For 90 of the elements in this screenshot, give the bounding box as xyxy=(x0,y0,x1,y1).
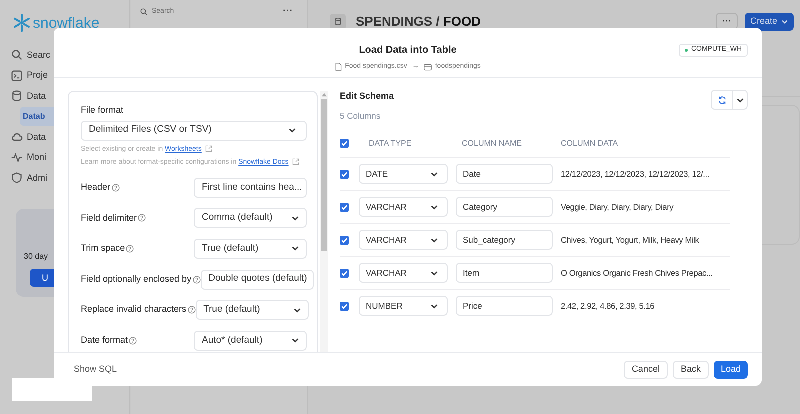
data-type-select[interactable]: VARCHAR xyxy=(359,197,448,218)
column-data: Veggie, Diary, Diary, Diary, Diary xyxy=(561,201,674,214)
data-type-select[interactable]: VARCHAR xyxy=(359,230,448,250)
data-type-select[interactable]: DATE xyxy=(359,164,448,184)
column-count: 5 Columns xyxy=(340,110,382,122)
checkbox[interactable] xyxy=(340,268,349,278)
option-label: Field optionally enclosed by xyxy=(81,272,192,286)
table-icon xyxy=(424,64,432,71)
section-title: Edit Schema xyxy=(340,90,394,103)
column-data: Chives, Yogurt, Yogurt, Milk, Heavy Milk xyxy=(561,234,700,246)
option-label: Field delimiter xyxy=(81,212,138,225)
chevron-down-icon xyxy=(736,96,744,104)
chevron-down-icon xyxy=(430,302,439,311)
dialog-title: Load Data into Table xyxy=(359,44,457,58)
column-name-field[interactable]: Price xyxy=(456,296,553,316)
select-field[interactable]: Comma (default) xyxy=(194,208,307,228)
field-label: File format xyxy=(81,104,125,117)
create-button[interactable]: Create xyxy=(745,13,794,31)
nav-item[interactable]: Proje xyxy=(11,66,48,86)
checkbox[interactable] xyxy=(340,139,349,148)
select-field[interactable]: True (default) xyxy=(194,238,307,259)
logo-wordmark: snowflake xyxy=(33,16,100,30)
cancel-button[interactable]: Cancel xyxy=(624,360,668,378)
column-data: O Organics Organic Fresh Chives Prepac... xyxy=(561,267,713,280)
option-label: Header xyxy=(81,181,111,194)
database-icon xyxy=(330,14,346,30)
back-button[interactable]: Back xyxy=(672,360,709,378)
column-name-field[interactable]: Date xyxy=(456,164,553,184)
column-header: COLUMN NAME xyxy=(461,138,524,150)
column-header: COLUMN DATA xyxy=(561,138,618,150)
option-label: Trim space xyxy=(81,242,126,256)
select-field[interactable]: First line contains hea... xyxy=(194,178,307,198)
pulse-icon xyxy=(11,152,23,164)
checkbox[interactable] xyxy=(340,302,349,311)
column-data: 2.42, 2.92, 4.86, 2.39, 5.16 xyxy=(561,300,655,312)
chevron-down-icon xyxy=(291,336,300,346)
chevron-down-icon xyxy=(430,170,439,179)
help-icon xyxy=(129,336,138,345)
select-field[interactable]: Double quotes (default) xyxy=(200,270,314,290)
chevron-down-icon xyxy=(288,126,297,135)
help-icon xyxy=(192,276,201,284)
nav-item[interactable]: Admi xyxy=(11,168,48,188)
option-label: Date format xyxy=(81,334,128,348)
scroll-up-icon xyxy=(322,93,326,97)
file-format-select[interactable]: Delimited Files (CSV or TSV) xyxy=(81,120,307,140)
nav-item[interactable]: Searc xyxy=(11,46,51,65)
chevron-down-icon xyxy=(430,202,439,212)
scrollbar-thumb[interactable] xyxy=(321,99,327,251)
column-name-field[interactable]: Category xyxy=(456,197,553,218)
chevron-down-icon xyxy=(780,18,788,26)
page-title: SPENDINGS / FOOD xyxy=(356,13,481,31)
column-name-field[interactable]: Item xyxy=(456,263,553,284)
cloud-icon xyxy=(11,131,23,144)
nav-item[interactable]: Moni xyxy=(11,148,47,168)
database-icon xyxy=(11,90,23,102)
chevron-down-icon xyxy=(291,244,300,254)
checkbox[interactable] xyxy=(340,202,349,212)
file-icon xyxy=(335,63,342,72)
data-type-select[interactable]: NUMBER xyxy=(359,296,448,316)
option-label: Replace invalid characters xyxy=(81,303,187,316)
trial-text: 30 day xyxy=(24,251,50,263)
more-button[interactable]: ··· xyxy=(283,7,293,18)
help-icon xyxy=(112,184,120,192)
chevron-down-icon xyxy=(291,214,300,223)
shield-icon xyxy=(11,172,23,184)
column-data: 12/12/2023, 12/12/2023, 12/12/2023, 12/... xyxy=(561,168,710,180)
external-link-icon xyxy=(204,144,213,153)
chevron-down-icon xyxy=(430,236,439,245)
help-icon xyxy=(126,244,134,253)
help-icon xyxy=(138,214,146,222)
checkbox[interactable] xyxy=(340,236,349,245)
checkbox[interactable] xyxy=(340,170,349,179)
external-link-icon xyxy=(292,158,300,166)
nav-item[interactable]: Data xyxy=(11,128,46,147)
help-icon xyxy=(188,306,196,314)
nav-item[interactable]: Data xyxy=(11,86,46,106)
chevron-down-icon xyxy=(292,306,302,315)
load-button[interactable]: Load xyxy=(714,360,748,378)
show-sql-link[interactable]: Show SQL xyxy=(74,362,118,376)
select-field[interactable]: Auto* (default) xyxy=(194,330,307,351)
data-type-select[interactable]: VARCHAR xyxy=(359,263,448,284)
select-field[interactable]: True (default) xyxy=(196,300,309,320)
column-header: DATA TYPE xyxy=(368,138,413,150)
chevron-down-icon xyxy=(430,268,439,278)
refresh-icon xyxy=(718,96,726,104)
terminal-icon xyxy=(11,70,23,82)
search-icon xyxy=(11,49,23,62)
column-name-field[interactable]: Sub_category xyxy=(456,230,553,250)
snowflake-logo-icon xyxy=(13,14,31,32)
search-icon xyxy=(140,8,148,16)
